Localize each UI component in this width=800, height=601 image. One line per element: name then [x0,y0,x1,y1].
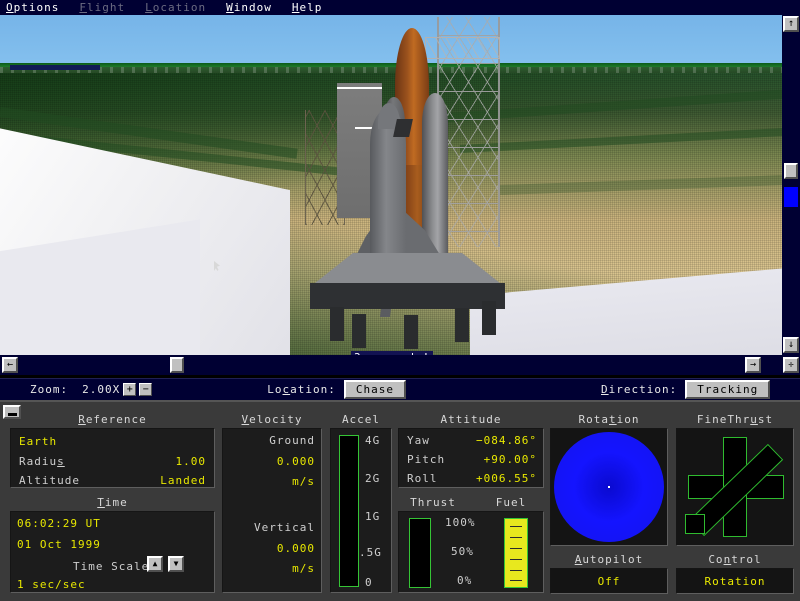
velocity-vertical-value: 0.000 [276,542,315,555]
menu-item-location[interactable]: Location [145,1,206,14]
velocity-ground-label: Ground [269,434,315,447]
direction-field[interactable]: Tracking [685,380,771,399]
scroll-up-icon[interactable]: ↑ [783,16,799,32]
direction-label: Direction: [601,383,678,396]
platform-leg [455,308,469,342]
reference-altitude-value: Landed [160,474,206,487]
accel-tick-2g: 2G [365,472,381,485]
application-window: Options Flight Location Window Help ↑ ↓ … [0,0,800,601]
rotation-ball-widget[interactable] [550,428,668,546]
platform-leg [330,307,344,341]
zoom-out-button[interactable]: − [139,383,153,396]
platform-leg [352,314,366,348]
attitude-roll-value: +006.55° [476,472,537,485]
scroll-left-icon[interactable]: ← [2,357,18,373]
pan-crosshair-icon[interactable]: ✛ [783,357,799,373]
horizon-water [10,65,100,70]
finethrust-indicator[interactable] [685,514,705,534]
scrollbar-corner: ✛ [782,355,800,375]
control-button[interactable]: Rotation [676,568,794,594]
velocity-readout: Ground 0.000 m/s Vertical 0.000 m/s [222,428,322,593]
zoom-in-button[interactable]: + [123,383,137,396]
time-scale-up-button[interactable]: ▲ [147,556,163,572]
menu-item-help[interactable]: Help [292,1,323,14]
vertical-scroll-thumb[interactable] [784,163,798,179]
platform-leg [482,301,496,335]
rotation-ball [554,432,664,542]
fuel-title: Fuel [495,496,527,509]
viewport-3d[interactable] [0,15,782,355]
accel-readout: 4G 2G 1G .5G 0 [330,428,392,593]
time-clock: 06:02:29 UT [17,517,101,530]
velocity-ground-value: 0.000 [276,455,315,468]
scroll-down-icon[interactable]: ↓ [783,337,799,353]
time-scale-label: Time Scale [73,560,150,573]
time-scale-down-button[interactable]: ▼ [168,556,184,572]
accel-gauge [339,435,359,587]
control-title: Control [708,553,762,566]
accel-title: Accel [341,413,381,426]
thrust-fuel-readout: 100% 50% 0% [398,511,544,593]
thrust-tick-50: 50% [451,545,474,558]
accel-tick-half-g: .5G [359,546,382,559]
finethrust-widget[interactable] [676,428,794,546]
velocity-ground-unit: m/s [292,475,315,488]
time-date: 01 Oct 1999 [17,538,101,551]
vertical-scrollbar[interactable]: ↑ ↓ [782,15,800,355]
time-scale-value: 1 sec/sec [17,578,86,591]
menu-item-window[interactable]: Window [226,1,272,14]
attitude-yaw-value: −084.86° [476,434,537,447]
velocity-title: Velocity [241,413,303,426]
accel-tick-4g: 4G [365,434,381,447]
rotation-center-dot [608,486,610,488]
tower-service-arm [425,37,500,59]
fuel-gauge [504,518,528,588]
autopilot-button[interactable]: Off [550,568,668,594]
scroll-right-icon[interactable]: → [745,357,761,373]
launch-platform-face [310,283,505,309]
reference-radius-label: Radius [19,455,65,468]
time-readout: 06:02:29 UT 01 Oct 1999 Time Scale ▲ ▼ 1… [10,511,215,593]
location-label: Location: [267,383,336,396]
horizontal-scrollbar[interactable]: ← → [0,355,782,375]
attitude-roll-label: Roll [407,472,438,485]
reference-title: Reference [78,413,147,426]
finethrust-title: FineThrust [696,413,774,426]
attitude-pitch-value: +90.00° [483,453,537,466]
horizontal-scroll-thumb[interactable] [170,357,184,373]
menu-item-options[interactable]: Options [6,1,59,14]
thrust-title: Thrust [410,496,456,509]
vertical-scroll-marker[interactable] [784,187,798,207]
rotation-title: Rotation [578,413,640,426]
attitude-pitch-label: Pitch [407,453,446,466]
thrust-tick-0: 0% [457,574,473,587]
zoom-value: 2.00X [82,383,121,396]
reference-readout: Earth Radius 1.00 Altitude Landed [10,428,215,488]
reference-radius-value: 1.00 [175,455,206,468]
reference-body: Earth [19,435,58,448]
menu-bar: Options Flight Location Window Help [0,0,800,15]
sky [0,15,782,65]
thrust-tick-100: 100% [445,516,476,529]
time-title: Time [97,496,128,509]
autopilot-title: Autopilot [574,553,644,566]
platform-leg [404,315,418,349]
menu-item-flight[interactable]: Flight [79,1,125,14]
accel-tick-1g: 1G [365,510,381,523]
fuel-gauge-fill [505,519,527,587]
toolbar: Zoom: 2.00X + − Location: Chase Directio… [0,378,800,400]
attitude-yaw-label: Yaw [407,434,430,447]
velocity-vertical-unit: m/s [292,562,315,575]
location-field[interactable]: Chase [343,380,406,399]
thrust-gauge[interactable] [409,518,431,588]
zoom-label: Zoom: [30,383,69,396]
reference-altitude-label: Altitude [19,474,80,487]
service-structure-line [337,87,382,89]
accel-tick-0: 0 [365,576,373,589]
velocity-vertical-label: Vertical [254,521,315,534]
instrument-panel: Reference Earth Radius 1.00 Altitude Lan… [0,400,800,601]
attitude-title: Attitude [440,413,502,426]
attitude-readout: Yaw −084.86° Pitch +90.00° Roll +006.55° [398,428,544,488]
